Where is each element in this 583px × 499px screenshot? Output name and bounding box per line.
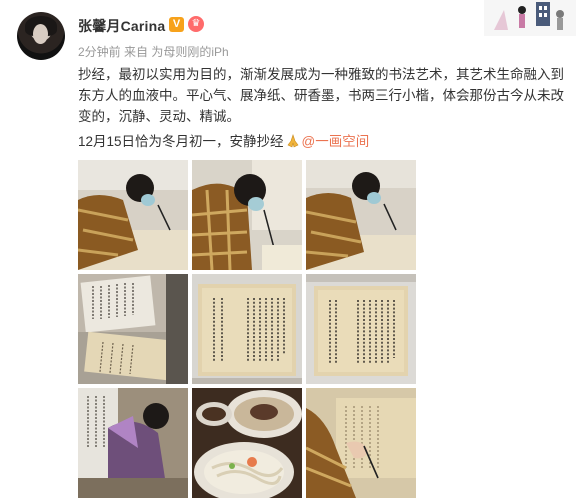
post-time[interactable]: 2分钟前 <box>78 45 121 59</box>
photo-grid <box>78 160 416 498</box>
photo-thumbnail-9[interactable] <box>306 388 416 498</box>
mention-link[interactable]: @一画空间 <box>302 134 370 149</box>
source-prefix: 来自 <box>124 45 149 59</box>
username-link[interactable]: 张馨月Carina <box>78 16 165 36</box>
photo-thumbnail-2[interactable] <box>192 160 302 270</box>
avatar-face <box>33 24 48 44</box>
photo-thumbnail-3[interactable] <box>306 160 416 270</box>
photo-thumbnail-8[interactable] <box>192 388 302 498</box>
photo-thumbnail-7[interactable] <box>78 388 188 498</box>
vip-badge-icon[interactable]: V <box>169 17 184 32</box>
photo-thumbnail-6[interactable] <box>306 274 416 384</box>
photo-thumbnail-4[interactable] <box>78 274 188 384</box>
post-meta: 2分钟前 来自 为母则刚的iPh <box>78 43 229 60</box>
source-device[interactable]: 为母则刚的iPh <box>151 45 228 59</box>
praying-hands-icon <box>287 134 299 148</box>
post-date-line: 12月15日恰为冬月初一，安静抄经 @一画空间 <box>78 131 369 152</box>
crown-badge-icon[interactable]: ♛ <box>188 16 204 32</box>
card-decoration-icon <box>484 0 576 36</box>
photo-thumbnail-1[interactable] <box>78 160 188 270</box>
date-text: 12月15日恰为冬月初一，安静抄经 <box>78 134 284 149</box>
avatar[interactable] <box>17 12 65 60</box>
photo-thumbnail-5[interactable] <box>192 274 302 384</box>
post-text: 抄经，最初以实用为目的，渐渐发展成为一种雅致的书法艺术，其艺术生命融入到东方人的… <box>78 67 564 124</box>
